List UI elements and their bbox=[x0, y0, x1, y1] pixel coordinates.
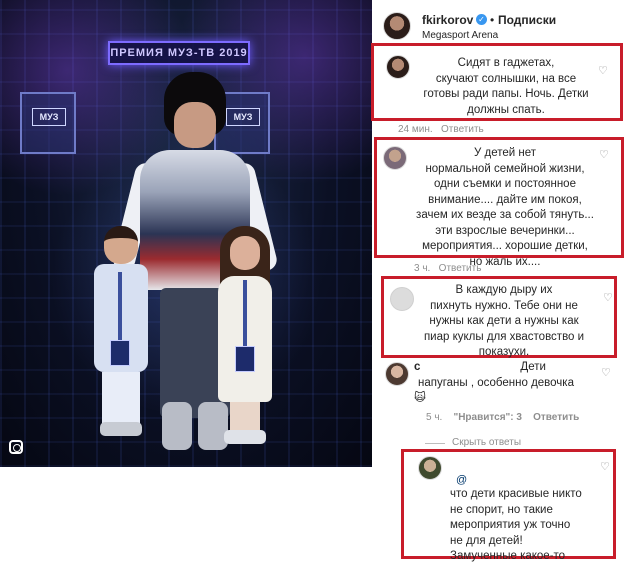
comment-highlight-1: Сидят в гаджетах, скучают солнышки, на в… bbox=[371, 43, 623, 121]
commenter-avatar[interactable] bbox=[383, 146, 407, 170]
comment-highlight-2: У детей нет нормальной семейной жизни, о… bbox=[374, 137, 624, 268]
comment-text: с Дети напуганы , особенно девочка 🙀 bbox=[414, 360, 584, 407]
hide-replies-button[interactable]: Скрыть ответы bbox=[452, 437, 521, 448]
like-heart-icon[interactable]: ♡ bbox=[599, 150, 610, 161]
like-heart-icon[interactable]: ♡ bbox=[598, 66, 609, 77]
comment-emoji: 🙀 bbox=[414, 392, 426, 404]
comment-meta: 24 мин. Ответить bbox=[398, 124, 484, 135]
like-heart-icon[interactable]: ♡ bbox=[603, 293, 614, 304]
comment-text: В каждую дыру их пихнуть нужно. Тебе они… bbox=[423, 284, 585, 358]
commenter-avatar[interactable] bbox=[385, 362, 409, 386]
post-header: fkirkorov ✓ • Подписки Megasport Arena bbox=[380, 8, 628, 44]
comment-highlight-3: В каждую дыру их пихнуть нужно. Тебе они… bbox=[381, 276, 617, 358]
reply-button[interactable]: Ответить bbox=[441, 124, 484, 135]
author-avatar[interactable] bbox=[383, 12, 411, 40]
verified-badge-icon: ✓ bbox=[476, 14, 487, 25]
instagram-icon bbox=[9, 440, 23, 454]
author-username[interactable]: fkirkorov bbox=[422, 13, 473, 27]
comment-time: 3 ч. bbox=[414, 263, 431, 274]
boy-figure bbox=[88, 226, 154, 446]
award-banner: ПРЕМИЯ МУЗ-ТВ 2019 bbox=[108, 41, 250, 65]
follow-button[interactable]: Подписки bbox=[498, 13, 556, 27]
comment-meta: 5 ч. "Нравится": 3 Ответить bbox=[426, 412, 579, 423]
hide-replies-line bbox=[425, 443, 445, 444]
comment-time: 24 мин. bbox=[398, 124, 433, 135]
comment-time: 5 ч. bbox=[426, 412, 443, 423]
girl-figure bbox=[214, 226, 276, 450]
reply-button[interactable]: Ответить bbox=[439, 263, 482, 274]
post-photo[interactable]: ПРЕМИЯ МУЗ-ТВ 2019 МУЗ МУЗ bbox=[0, 0, 372, 467]
post-location[interactable]: Megasport Arena bbox=[422, 30, 498, 41]
reply-button[interactable]: Ответить bbox=[533, 412, 579, 423]
muz-logo-left: МУЗ bbox=[32, 108, 66, 126]
commenter-username[interactable]: с bbox=[414, 361, 420, 373]
reply-text: что дети красивые никто не спорит, но та… bbox=[450, 488, 582, 562]
header-separator: • bbox=[490, 13, 495, 27]
comment-meta: 3 ч. Ответить bbox=[414, 263, 481, 274]
like-heart-icon[interactable]: ♡ bbox=[600, 462, 611, 473]
likes-count[interactable]: "Нравится": 3 bbox=[453, 412, 522, 423]
comment-text: Сидят в гаджетах, скучают солнышки, на в… bbox=[423, 57, 589, 116]
reply-mention[interactable]: @ bbox=[456, 474, 467, 486]
commenter-avatar[interactable] bbox=[386, 55, 410, 79]
like-heart-icon[interactable]: ♡ bbox=[601, 368, 612, 379]
comment-text: У детей нет нормальной семейной жизни, о… bbox=[416, 147, 594, 268]
replier-avatar[interactable] bbox=[418, 456, 442, 480]
